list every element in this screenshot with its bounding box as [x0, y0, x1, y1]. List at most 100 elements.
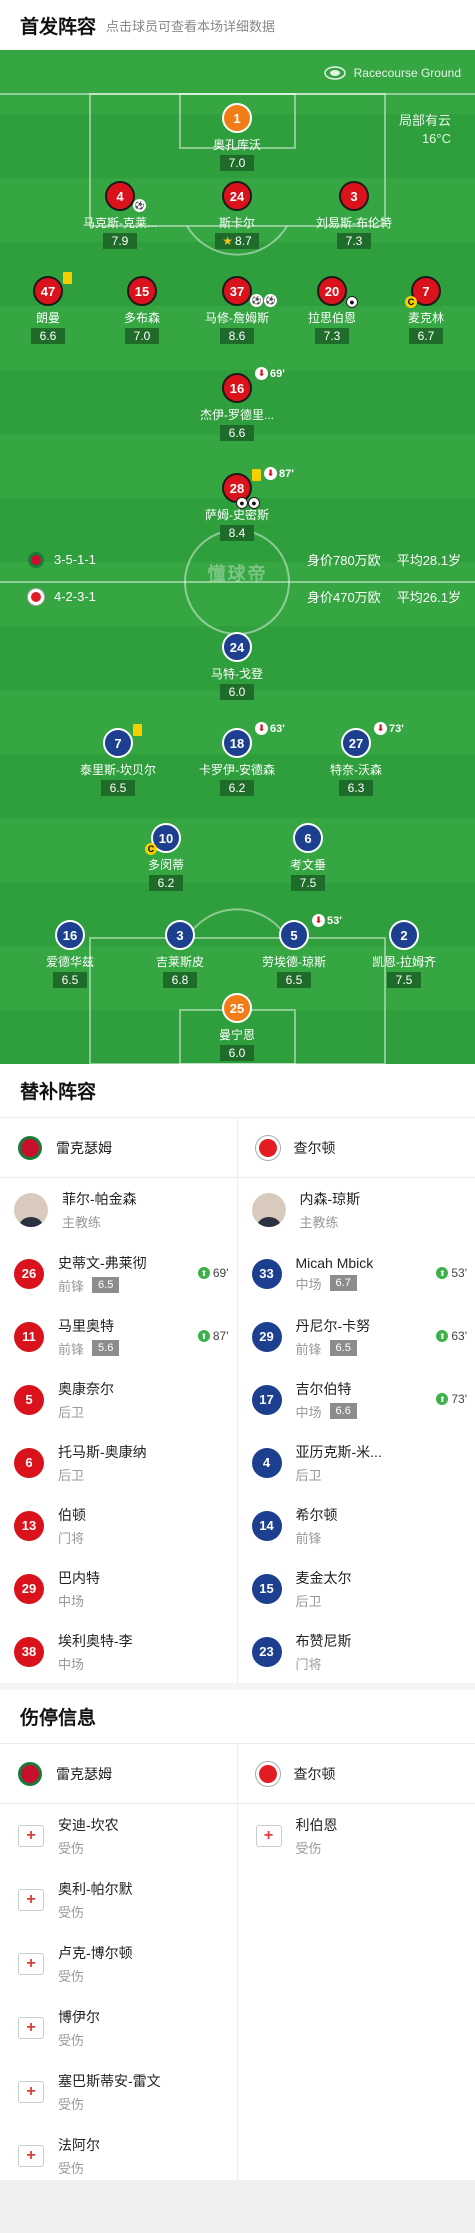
wrexham-logo — [18, 1135, 42, 1160]
player-name: 托马斯-奥康纳 — [58, 1443, 147, 1460]
sub-player[interactable]: 6 托马斯-奥康纳 后卫 — [0, 1431, 237, 1494]
injury-status: 受伤 — [295, 1841, 322, 1856]
player-number: 6 — [293, 823, 323, 853]
sub-player[interactable]: 11 马里奥特 前锋 5.6 ⬆ 87' — [0, 1305, 237, 1368]
player-away[interactable]: 24 马特-戈登 6.0 — [172, 632, 302, 701]
injured-player[interactable]: + 博伊尔 受伤 — [0, 1996, 237, 2060]
player-rating: 7.5 — [387, 972, 421, 988]
player-position: 前锋 — [295, 1530, 322, 1546]
sub-player[interactable]: 17 吉尔伯特 中场 6.6 ⬆ 73' — [238, 1368, 475, 1431]
sub-player[interactable]: 15 麦金太尔 后卫 — [238, 1557, 475, 1620]
sub-player[interactable]: 14 希尔顿 前锋 — [238, 1494, 475, 1557]
player-name: 奥利-帕尔默 — [58, 1881, 133, 1897]
player-away[interactable]: 6 考文垂 7.5 — [243, 823, 373, 892]
venue-name: Racecourse Ground — [353, 66, 461, 80]
away-market-value: 身价470万欧 — [306, 590, 381, 605]
sub-player[interactable]: 33 Micah Mbick 中场 6.7 ⬆ 53' — [238, 1242, 475, 1305]
yellow-card-icon — [63, 272, 72, 284]
player-name: 卢克-博尔顿 — [58, 1945, 133, 1961]
manager-role: 主教练 — [62, 1215, 102, 1230]
player-home[interactable]: 7C 麦克林 6.7 — [361, 276, 475, 345]
player-away[interactable]: 10 C 多闵蒂 6.2 — [101, 823, 231, 892]
player-number: 1 — [222, 103, 252, 133]
injured-player[interactable]: + 法阿尔 受伤 — [0, 2124, 237, 2188]
injury-status: 受伤 — [58, 2033, 85, 2048]
player-number: 25 — [222, 993, 252, 1023]
injured-player[interactable]: + 奥利-帕尔默 受伤 — [0, 1868, 237, 1932]
player-away[interactable]: 27 ⬇ 73' 特奈-沃森 6.3 — [291, 722, 421, 797]
home-avg-age: 平均28.1岁 — [396, 553, 461, 568]
player-rating: 7.5 — [291, 875, 325, 891]
player-away[interactable]: 2 凯恩-拉姆齐 7.5 — [339, 920, 469, 989]
player-home[interactable]: 16 ⬇ 69' 杰伊-罗德里... 6.6 — [172, 367, 302, 442]
player-name: 史蒂文-弗莱彻 — [58, 1254, 147, 1271]
sub-out-tag: ⬇ 69' — [255, 367, 285, 380]
injured-player[interactable]: + 安迪-坎农 受伤 — [0, 1804, 237, 1868]
injured-player[interactable]: + 利伯恩 受伤 — [238, 1804, 475, 1868]
sub-out-icon: ⬇ — [312, 914, 325, 927]
player-name: 麦克林 — [407, 311, 444, 325]
player-name: 刘易斯-布伦特 — [316, 216, 392, 230]
lineup-header: 首发阵容 点击球员可查看本场详细数据 — [0, 0, 475, 50]
player-number: 13 — [14, 1510, 44, 1541]
player-rating: 6.6 — [220, 425, 254, 441]
player-name: 考文垂 — [289, 858, 326, 872]
player-rating: 7.3 — [337, 233, 371, 249]
player-rating: 8.6 — [220, 328, 254, 344]
sub-player[interactable]: 26 史蒂文-弗莱彻 前锋 6.5 ⬆ 69' — [0, 1242, 237, 1305]
player-name: 卡罗伊-安德森 — [199, 763, 275, 777]
medical-kit-icon: + — [18, 2017, 44, 2039]
player-away[interactable]: 18 ⬇ 63' 卡罗伊-安德森 6.2 — [172, 722, 302, 797]
player-position: 中场 — [58, 1593, 85, 1609]
away-team-header[interactable]: 查尔顿 — [237, 1744, 475, 1804]
player-name: 吉莱斯皮 — [155, 955, 204, 969]
player-number: 3 — [339, 181, 369, 211]
home-manager[interactable]: 菲尔-帕金森 主教练 — [0, 1178, 237, 1242]
injured-player[interactable]: + 卢克-博尔顿 受伤 — [0, 1932, 237, 1996]
medical-kit-icon: + — [18, 2081, 44, 2103]
sub-player[interactable]: 5 奥康奈尔 后卫 — [0, 1368, 237, 1431]
medical-kit-icon: + — [18, 1889, 44, 1911]
goal-icon: ● — [248, 497, 260, 509]
sub-in-tag: ⬆ 73' — [436, 1392, 467, 1406]
player-position: 前锋 — [58, 1341, 85, 1357]
home-team-name: 雷克瑟姆 — [56, 1139, 112, 1156]
sub-in-tag: ⬆ 87' — [197, 1329, 229, 1343]
away-team-header[interactable]: 查尔顿 — [237, 1118, 475, 1178]
player-rating: 6.0 — [220, 1045, 254, 1061]
sub-player[interactable]: 38 埃利奥特-李 中场 — [0, 1620, 237, 1683]
player-away[interactable]: 7 泰里斯-坎贝尔 6.5 — [53, 724, 183, 797]
injured-player[interactable]: + 塞巴斯蒂安-雷文 受伤 — [0, 2060, 237, 2124]
player-away[interactable]: 3 吉莱斯皮 6.8 — [115, 920, 245, 989]
weather-temp: 16°C — [421, 131, 451, 146]
sub-player[interactable]: 29 巴内特 中场 — [0, 1557, 237, 1620]
player-name: 塞巴斯蒂安-雷文 — [58, 2073, 161, 2089]
away-manager[interactable]: 内森-琼斯 主教练 — [238, 1178, 475, 1242]
charlton-logo — [255, 1761, 280, 1786]
player-name: 凯恩-拉姆齐 — [372, 955, 436, 969]
player-home-gk[interactable]: 1 奥孔库沃 7.0 — [172, 103, 302, 172]
sub-player[interactable]: 4 亚历克斯-米... 后卫 — [238, 1431, 475, 1494]
sub-player[interactable]: 23 布赞尼斯 门将 — [238, 1620, 475, 1683]
player-home[interactable]: 28 ⬇ 87' ● ● 萨姆-史密斯 8.4 — [172, 467, 302, 542]
player-position: 门将 — [295, 1656, 322, 1672]
player-rating: 6.3 — [339, 780, 373, 796]
player-home[interactable]: 4 ⚽ 马克斯-克莱... 7.9 — [55, 181, 185, 250]
player-home[interactable]: 3 刘易斯-布伦特 7.3 — [289, 181, 419, 250]
player-name: 奥康奈尔 — [58, 1380, 114, 1397]
sub-player[interactable]: 13 伯顿 门将 — [0, 1494, 237, 1557]
player-name: 奥孔库沃 — [212, 138, 261, 152]
medical-kit-icon: + — [18, 1953, 44, 1975]
section-title: 首发阵容 — [20, 16, 97, 38]
away-injuries: 查尔顿 + 利伯恩 受伤 — [237, 1744, 475, 2188]
captain-icon: C — [405, 296, 417, 308]
home-team-header[interactable]: 雷克瑟姆 — [0, 1118, 237, 1178]
player-away-gk[interactable]: 25 曼宁恩 6.0 — [172, 993, 302, 1062]
player-home[interactable]: 24 斯卡尔 8.7 — [172, 181, 302, 250]
player-name: 埃利奥特-李 — [58, 1632, 133, 1649]
manager-avatar — [14, 1193, 48, 1227]
goal-icon: ● — [236, 497, 248, 509]
home-team-header[interactable]: 雷克瑟姆 — [0, 1744, 237, 1804]
player-position: 中场 — [295, 1404, 322, 1420]
sub-player[interactable]: 29 丹尼尔-卡努 前锋 6.5 ⬆ 63' — [238, 1305, 475, 1368]
